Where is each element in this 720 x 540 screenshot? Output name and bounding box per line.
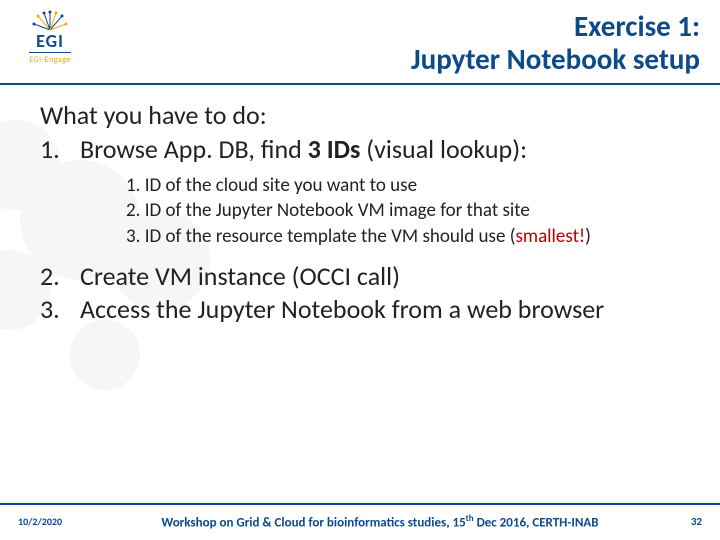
sub3-c: ): [585, 225, 591, 248]
sub3-a: 3. ID of the resource template the VM sh…: [126, 225, 515, 248]
slide-footer: 10/2/2020 Workshop on Grid & Cloud for b…: [0, 503, 720, 540]
title-line-2: Jupyter Notebook setup: [94, 43, 700, 76]
list-rest: 2. Create VM instance (OCCI call) 3. Acc…: [40, 260, 680, 328]
slide-body: What you have to do: 1.Browse App. DB, f…: [0, 85, 720, 328]
sunburst-icon: [32, 10, 68, 30]
sub-item-1: 1. ID of the cloud site you want to use: [126, 173, 680, 199]
item-text-a: Browse App. DB, find: [80, 133, 308, 165]
sub-item-3: 3. ID of the resource template the VM sh…: [126, 224, 680, 250]
sublist: 1. ID of the cloud site you want to use …: [126, 173, 680, 250]
footer-text: Workshop on Grid & Cloud for bioinformat…: [88, 513, 672, 530]
sub3-highlight: smallest!: [515, 225, 585, 248]
item-number: 3.: [40, 293, 80, 327]
item-text-c: (visual lookup):: [360, 133, 527, 165]
item-number: 1.: [40, 133, 80, 165]
title-line-1: Exercise 1:: [94, 10, 700, 43]
logo-subtext: EGI-Engage: [29, 52, 71, 65]
page-number: 32: [672, 515, 702, 528]
logo-text: EGI: [36, 32, 64, 50]
footer-date: 10/2/2020: [18, 515, 88, 528]
item-text: Access the Jupyter Notebook from a web b…: [80, 293, 604, 327]
list-item-2: 2. Create VM instance (OCCI call): [40, 260, 680, 294]
item-number: 2.: [40, 260, 80, 294]
slide-header: EGI EGI-Engage Exercise 1: Jupyter Noteb…: [0, 0, 720, 85]
item-text: Create VM instance (OCCI call): [80, 260, 400, 294]
footer-text-b: Dec 2016, CERTH-INAB: [474, 515, 599, 530]
slide-title: Exercise 1: Jupyter Notebook setup: [94, 10, 700, 77]
footer-text-a: Workshop on Grid & Cloud for bioinformat…: [161, 515, 465, 530]
lead-text: What you have to do:: [40, 99, 680, 131]
item-text-bold: 3 IDs: [308, 133, 361, 165]
sub-item-2: 2. ID of the Jupyter Notebook VM image f…: [126, 198, 680, 224]
list-item-3: 3. Access the Jupyter Notebook from a we…: [40, 293, 680, 327]
egi-logo: EGI EGI-Engage: [14, 10, 86, 68]
list-item-1: 1.Browse App. DB, find 3 IDs (visual loo…: [40, 133, 680, 165]
footer-sup: th: [466, 513, 474, 524]
